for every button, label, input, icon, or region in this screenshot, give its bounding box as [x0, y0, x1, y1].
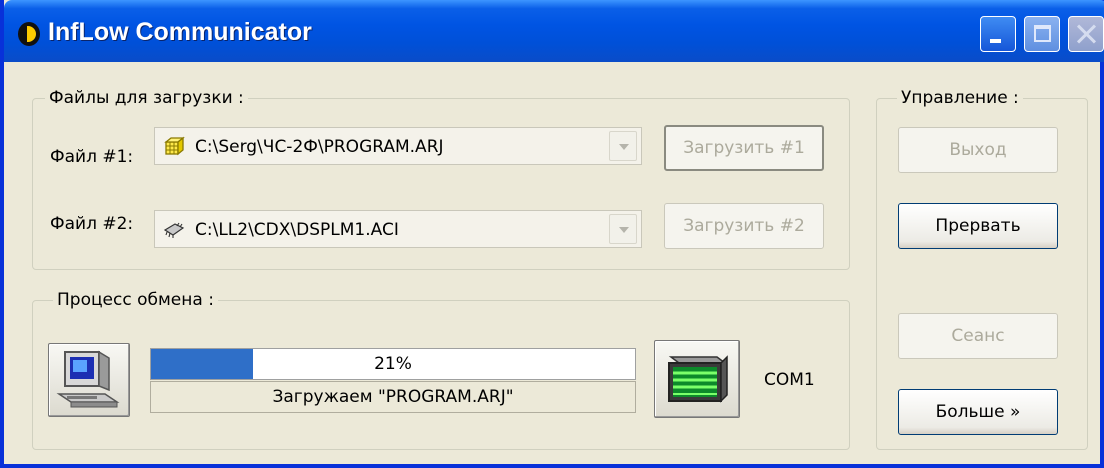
abort-button[interactable]: Прервать [898, 203, 1058, 249]
file2-label: Файл #2: [50, 214, 134, 234]
title-bar[interactable]: InfLow Communicator [4, 0, 1104, 62]
file2-combobox[interactable]: C:\LL2\CDX\DSPLM1.ACI [154, 210, 642, 248]
chevron-down-icon[interactable] [609, 214, 637, 244]
computer-icon [56, 350, 120, 408]
port-label: COM1 [764, 370, 815, 390]
file1-label: Файл #1: [50, 147, 134, 167]
chevron-down-icon[interactable] [609, 131, 637, 161]
load-file2-button[interactable]: Загрузить #2 [664, 203, 824, 249]
window-title: InfLow Communicator [48, 18, 312, 46]
maximize-button[interactable] [1024, 16, 1060, 52]
minimize-button[interactable] [980, 16, 1016, 52]
files-group-legend: Файлы для загрузки : [45, 88, 248, 108]
control-group-legend: Управление : [897, 88, 1023, 108]
load-file1-button[interactable]: Загрузить #1 [664, 125, 824, 171]
app-icon[interactable] [18, 22, 40, 46]
progress-percent: 21% [374, 354, 412, 374]
exit-button[interactable]: Выход [898, 127, 1058, 173]
process-group-legend: Процесс обмена : [53, 290, 218, 310]
file1-combobox[interactable]: C:\Serg\ЧС-2Ф\PROGRAM.ARJ [154, 127, 642, 165]
device-button[interactable] [654, 340, 740, 418]
more-button[interactable]: Больше » [898, 389, 1058, 435]
session-button[interactable]: Сеанс [898, 313, 1058, 359]
file1-path: C:\Serg\ЧС-2Ф\PROGRAM.ARJ [195, 137, 444, 157]
computer-button[interactable] [48, 343, 130, 417]
file2-path: C:\LL2\CDX\DSPLM1.ACI [195, 220, 399, 240]
progress-bar: 21% [150, 348, 636, 380]
device-icon [668, 355, 728, 403]
status-text: Загружаем "PROGRAM.ARJ" [150, 381, 636, 413]
close-button[interactable] [1068, 16, 1104, 52]
archive-file-icon [164, 136, 185, 156]
chip-file-icon [163, 222, 185, 238]
